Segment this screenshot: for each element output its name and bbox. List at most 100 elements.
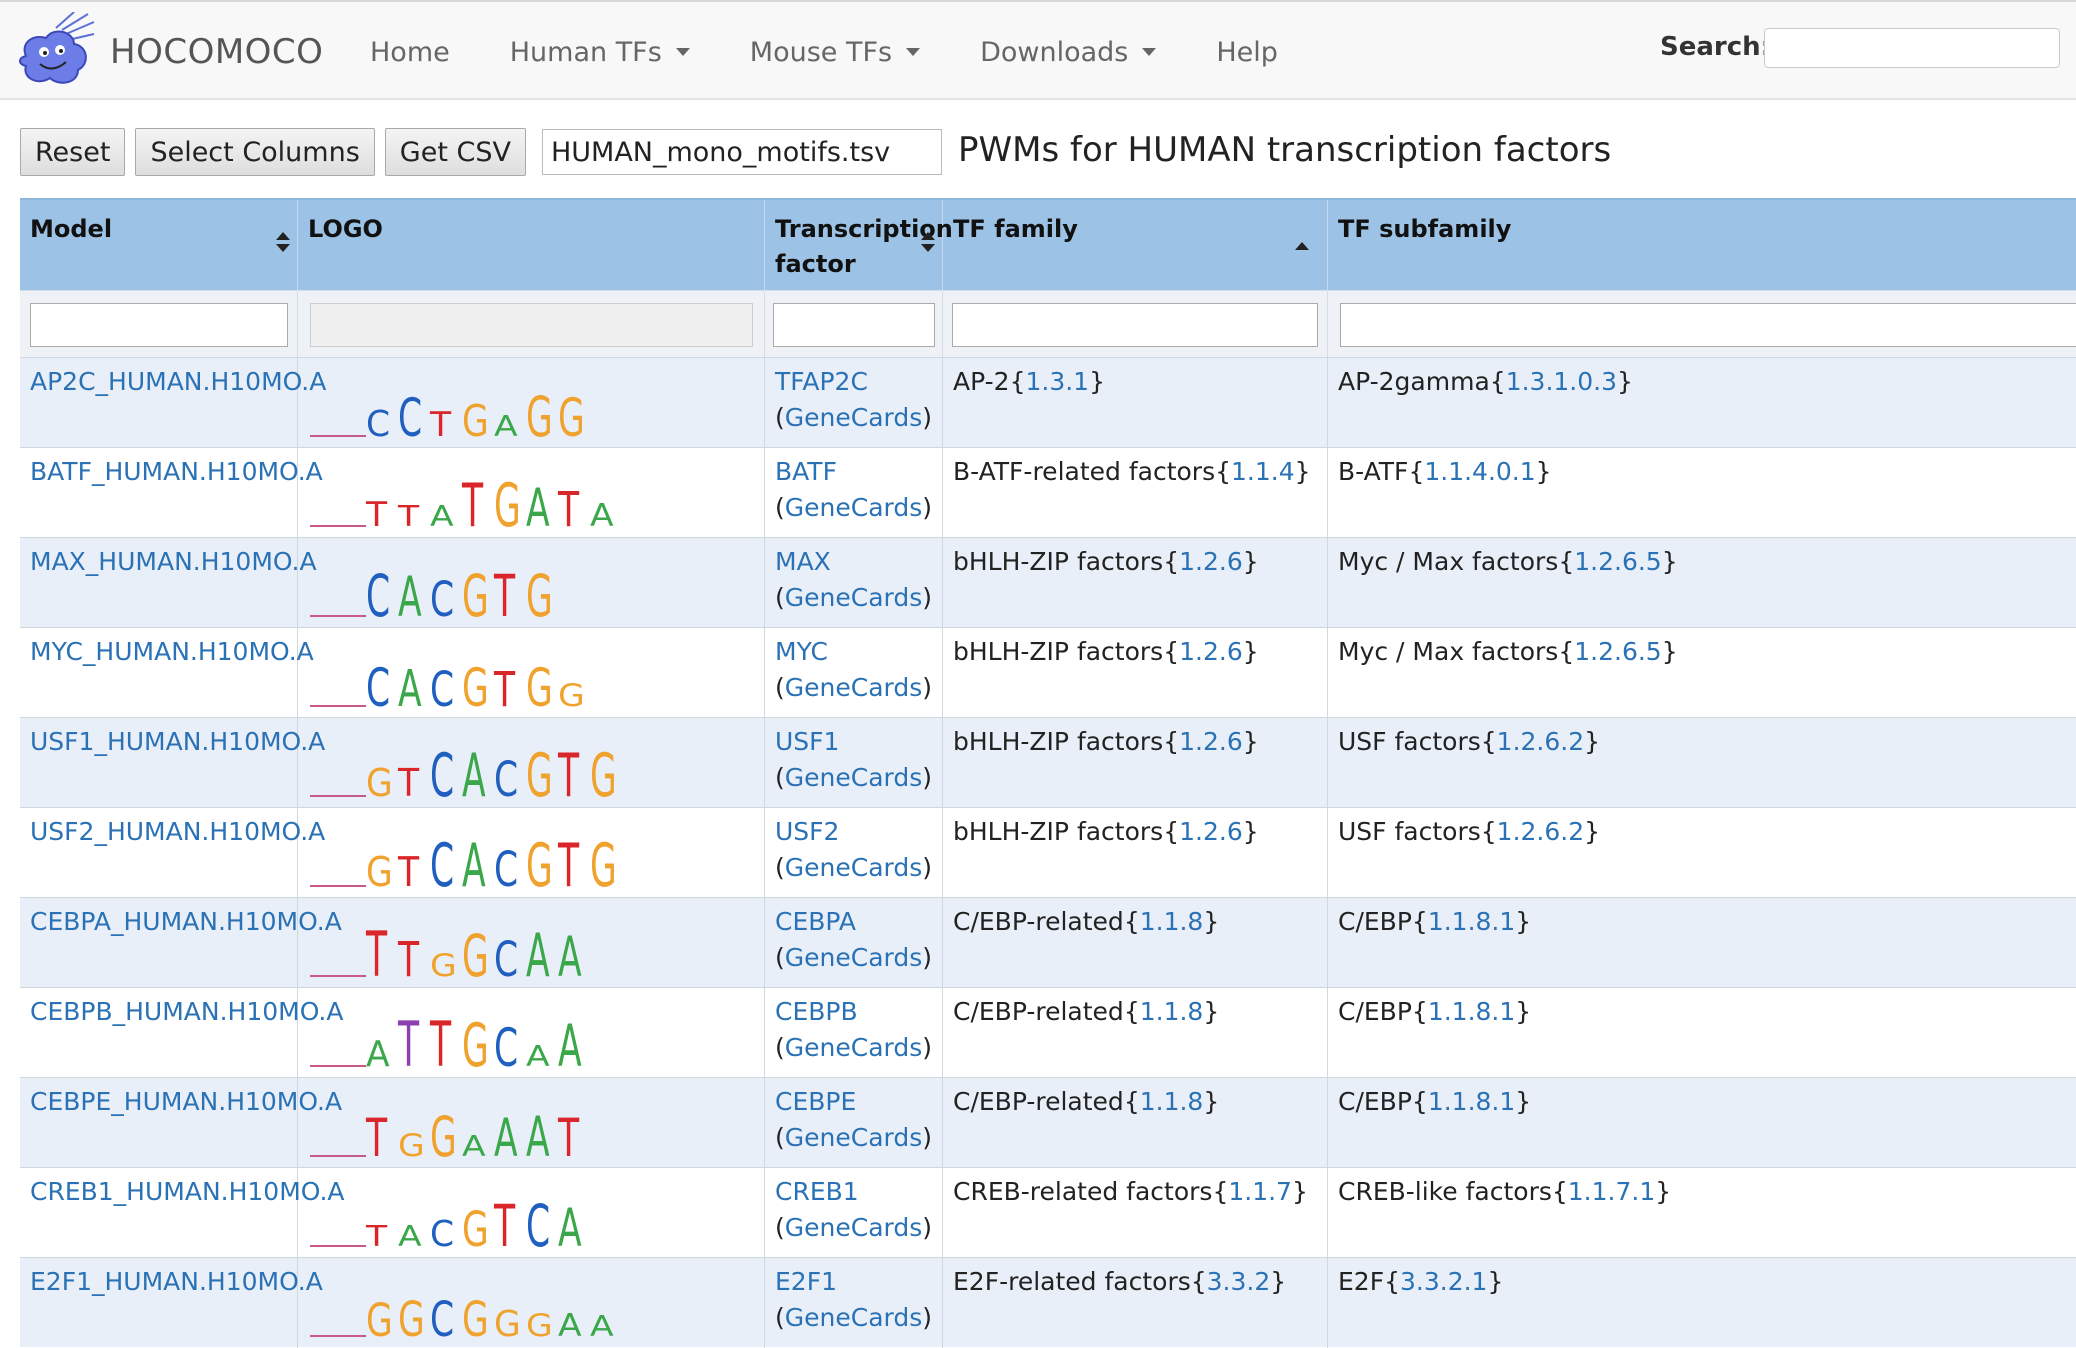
model-link[interactable]: CEBPA_HUMAN.H10MO.A bbox=[30, 907, 342, 936]
column-header-subfamily[interactable]: TF subfamily bbox=[1328, 200, 2076, 290]
tf-cell: BATF (GeneCards) bbox=[765, 448, 943, 538]
nav-home[interactable]: Home bbox=[370, 37, 450, 68]
family-id-link[interactable]: 1.1.7 bbox=[1228, 1177, 1292, 1206]
column-header-family-label: TF family bbox=[953, 215, 1078, 243]
svg-text:G: G bbox=[366, 1294, 393, 1342]
subfamily-id-link[interactable]: 1.1.4.0.1 bbox=[1424, 457, 1535, 486]
model-link[interactable]: MYC_HUMAN.H10MO.A bbox=[30, 637, 314, 666]
tf-link[interactable]: BATF bbox=[775, 457, 837, 486]
genecards-link[interactable]: GeneCards bbox=[785, 1213, 923, 1242]
subfamily-id-link[interactable]: 1.1.8.1 bbox=[1428, 997, 1515, 1026]
model-link[interactable]: E2F1_HUMAN.H10MO.A bbox=[30, 1267, 323, 1296]
tf-link[interactable]: USF2 bbox=[775, 817, 839, 846]
logo-cell: ATTGCAA bbox=[298, 988, 765, 1078]
search-input[interactable] bbox=[1764, 28, 2060, 68]
svg-text:T: T bbox=[365, 919, 387, 982]
subfamily-id-link[interactable]: 1.1.7.1 bbox=[1568, 1177, 1655, 1206]
motif-logo-image: CACGTG bbox=[310, 563, 553, 622]
family-name: B-ATF-related factors bbox=[953, 457, 1216, 486]
subfamily-id-link[interactable]: 1.1.8.1 bbox=[1428, 907, 1515, 936]
model-cell: USF1_HUMAN.H10MO.A bbox=[20, 718, 325, 808]
tf-filter-input[interactable] bbox=[773, 303, 935, 347]
subfamily-id-link[interactable]: 1.2.6.5 bbox=[1574, 547, 1661, 576]
get-csv-button[interactable]: Get CSV bbox=[384, 128, 526, 176]
family-id-link[interactable]: 1.3.1 bbox=[1025, 367, 1089, 396]
subfamily-name: USF factors bbox=[1338, 817, 1481, 846]
family-id-link[interactable]: 3.3.2 bbox=[1207, 1267, 1271, 1296]
genecards-link[interactable]: GeneCards bbox=[785, 943, 923, 972]
model-link[interactable]: USF1_HUMAN.H10MO.A bbox=[30, 727, 325, 756]
family-id-link[interactable]: 1.2.6 bbox=[1179, 547, 1243, 576]
nav-help[interactable]: Help bbox=[1216, 37, 1278, 68]
svg-text:G: G bbox=[526, 386, 553, 442]
csv-filename-field[interactable]: HUMAN_mono_motifs.tsv bbox=[541, 129, 942, 175]
svg-text:T: T bbox=[397, 761, 420, 802]
family-id-link[interactable]: 1.2.6 bbox=[1179, 817, 1243, 846]
genecards-link[interactable]: GeneCards bbox=[785, 403, 923, 432]
tf-link[interactable]: USF1 bbox=[775, 727, 839, 756]
genecards-link[interactable]: GeneCards bbox=[785, 1033, 923, 1062]
genecards-link[interactable]: GeneCards bbox=[785, 493, 923, 522]
model-cell: CREB1_HUMAN.H10MO.A bbox=[20, 1168, 345, 1258]
family-name: CREB-related factors bbox=[953, 1177, 1213, 1206]
tf-link[interactable]: MAX bbox=[775, 547, 831, 576]
select-columns-button[interactable]: Select Columns bbox=[135, 128, 375, 176]
model-link[interactable]: MAX_HUMAN.H10MO.A bbox=[30, 547, 317, 576]
nav-downloads[interactable]: Downloads bbox=[980, 37, 1157, 68]
subfamily-id-link[interactable]: 1.1.8.1 bbox=[1428, 1087, 1515, 1116]
subfamily-id-link[interactable]: 1.2.6.2 bbox=[1497, 817, 1584, 846]
svg-text:A: A bbox=[494, 410, 518, 442]
column-header-model[interactable]: Model bbox=[20, 200, 298, 290]
motif-logo-image: GGCGGGAA bbox=[310, 1293, 614, 1342]
subfamily-id-link[interactable]: 1.2.6.5 bbox=[1574, 637, 1661, 666]
brand[interactable]: HOCOMOCO bbox=[18, 8, 323, 96]
subfamily-name: C/EBP bbox=[1338, 997, 1412, 1026]
family-id-link[interactable]: 1.1.8 bbox=[1140, 907, 1204, 936]
genecards-link[interactable]: GeneCards bbox=[785, 673, 923, 702]
model-link[interactable]: CEBPE_HUMAN.H10MO.A bbox=[30, 1087, 342, 1116]
genecards-link[interactable]: GeneCards bbox=[785, 1123, 923, 1152]
svg-text:G: G bbox=[366, 849, 393, 892]
reset-button[interactable]: Reset bbox=[20, 128, 126, 176]
svg-text:T: T bbox=[461, 470, 483, 532]
family-cell: C/EBP-related{1.1.8} bbox=[943, 898, 1328, 988]
genecards-link[interactable]: GeneCards bbox=[785, 1303, 923, 1332]
svg-text:A: A bbox=[398, 659, 422, 712]
model-link[interactable]: BATF_HUMAN.H10MO.A bbox=[30, 457, 323, 486]
model-link[interactable]: CEBPB_HUMAN.H10MO.A bbox=[30, 997, 343, 1026]
subfamily-id-link[interactable]: 1.2.6.2 bbox=[1497, 727, 1584, 756]
nav-mouse-tfs[interactable]: Mouse TFs bbox=[750, 37, 921, 68]
tf-link[interactable]: E2F1 bbox=[775, 1267, 837, 1296]
genecards-link[interactable]: GeneCards bbox=[785, 763, 923, 792]
model-filter-input[interactable] bbox=[30, 303, 288, 347]
tf-link[interactable]: TFAP2C bbox=[775, 367, 868, 396]
tf-link[interactable]: MYC bbox=[775, 637, 828, 666]
subfamily-id-link[interactable]: 3.3.2.1 bbox=[1400, 1267, 1487, 1296]
model-link[interactable]: AP2C_HUMAN.H10MO.A bbox=[30, 367, 326, 396]
tf-link[interactable]: CREB1 bbox=[775, 1177, 859, 1206]
filter-cell bbox=[943, 291, 1328, 357]
family-id-link[interactable]: 1.2.6 bbox=[1179, 727, 1243, 756]
family-id-link[interactable]: 1.1.8 bbox=[1140, 997, 1204, 1026]
genecards-link[interactable]: GeneCards bbox=[785, 583, 923, 612]
svg-text:C: C bbox=[430, 830, 454, 892]
tf-link[interactable]: CEBPE bbox=[775, 1087, 856, 1116]
column-header-family[interactable]: TF family bbox=[943, 200, 1328, 290]
svg-text:A: A bbox=[494, 1107, 518, 1162]
logo-cell: GTCACGTG bbox=[298, 718, 765, 808]
tf-link[interactable]: CEBPB bbox=[775, 997, 858, 1026]
column-header-tf[interactable]: Transcription factor bbox=[765, 200, 953, 290]
family-id-link[interactable]: 1.1.4 bbox=[1231, 457, 1295, 486]
model-cell: BATF_HUMAN.H10MO.A bbox=[20, 448, 323, 538]
nav-human-tfs[interactable]: Human TFs bbox=[510, 37, 690, 68]
family-id-link[interactable]: 1.2.6 bbox=[1179, 637, 1243, 666]
genecards-link[interactable]: GeneCards bbox=[785, 853, 923, 882]
family-filter-input[interactable] bbox=[952, 303, 1318, 347]
family-id-link[interactable]: 1.1.8 bbox=[1140, 1087, 1204, 1116]
tf-link[interactable]: CEBPA bbox=[775, 907, 856, 936]
model-link[interactable]: USF2_HUMAN.H10MO.A bbox=[30, 817, 325, 846]
subfamily-id-link[interactable]: 1.3.1.0.3 bbox=[1506, 367, 1617, 396]
svg-text:G: G bbox=[398, 1293, 425, 1342]
subfamily-filter-input[interactable] bbox=[1340, 303, 2076, 347]
svg-text:G: G bbox=[526, 830, 553, 892]
